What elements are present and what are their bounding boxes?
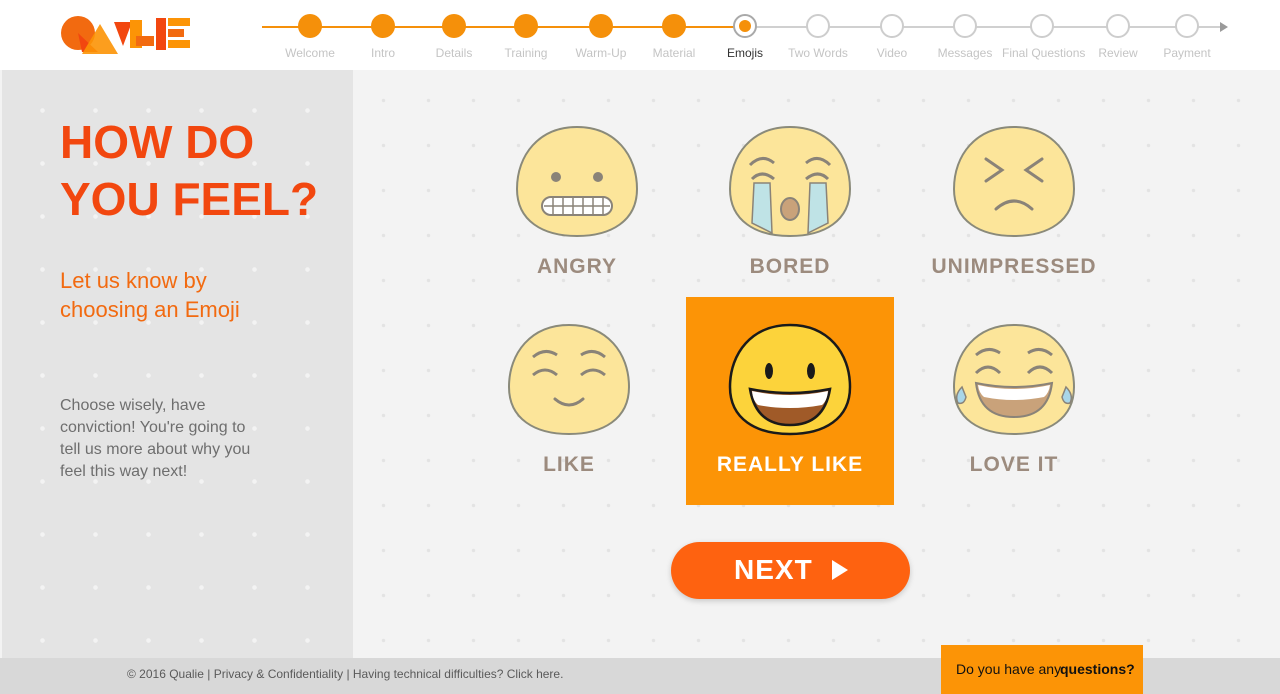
step-label: Welcome	[285, 46, 335, 60]
step-label: Emojis	[726, 46, 763, 60]
next-button-label: NEXT	[734, 554, 813, 585]
emoji-option-like[interactable]: LIKE	[465, 297, 673, 505]
step-label: Training	[504, 46, 548, 60]
header: Welcome Intro Details Training Warm-Up M…	[0, 0, 1280, 70]
step-material[interactable]: Material	[634, 14, 714, 60]
step-two-words[interactable]: Two Words	[778, 14, 858, 60]
step-dot	[806, 14, 830, 38]
step-dot	[514, 14, 538, 38]
step-intro[interactable]: Intro	[343, 14, 423, 60]
step-dot	[1175, 14, 1199, 38]
step-dot	[589, 14, 613, 38]
step-messages[interactable]: Messages	[925, 14, 1005, 60]
step-dot	[662, 14, 686, 38]
step-training[interactable]: Training	[486, 14, 566, 60]
step-dot	[953, 14, 977, 38]
questions-bold: questions?	[1060, 661, 1135, 677]
title-line-2: YOU FEEL?	[60, 173, 319, 225]
content-smile-face-icon	[507, 323, 631, 436]
title-line-1: HOW DO	[60, 116, 255, 168]
squinting-frown-face-icon	[952, 125, 1076, 238]
step-label: Final Questions	[1002, 46, 1086, 60]
step-label: Messages	[937, 46, 993, 60]
step-label: Review	[1098, 46, 1138, 60]
emoji-option-really-like[interactable]: REALLY LIKE	[686, 297, 894, 505]
emoji-label: UNIMPRESSED	[931, 255, 1097, 278]
progress-tracker: Welcome Intro Details Training Warm-Up M…	[262, 10, 1232, 62]
step-dot-current	[733, 14, 757, 38]
grimacing-face-icon	[515, 125, 639, 238]
emoji-option-love-it[interactable]: LOVE IT	[910, 297, 1118, 505]
step-review[interactable]: Review	[1078, 14, 1158, 60]
questions-button[interactable]: Do you have any questions?	[941, 645, 1143, 694]
footer-links: © 2016 Qualie | Privacy & Confidentialit…	[127, 667, 563, 681]
copyright-text: © 2016 Qualie	[127, 667, 204, 681]
questions-prefix: Do you have any	[956, 661, 1062, 677]
step-dot	[1030, 14, 1054, 38]
next-button[interactable]: NEXT	[671, 542, 910, 599]
step-emojis[interactable]: Emojis	[705, 14, 785, 60]
step-dot	[298, 14, 322, 38]
emoji-option-bored[interactable]: BORED	[686, 99, 894, 307]
step-final-questions[interactable]: Final Questions	[1002, 14, 1086, 60]
step-label: Material	[652, 46, 696, 60]
support-link[interactable]: Having technical difficulties? Click her…	[353, 667, 564, 681]
step-dot	[371, 14, 395, 38]
emoji-label: LOVE IT	[969, 453, 1059, 476]
step-warm-up[interactable]: Warm-Up	[561, 14, 641, 60]
step-label: Warm-Up	[575, 46, 627, 60]
tears-of-joy-face-icon	[952, 323, 1076, 436]
qualie-logo[interactable]	[58, 12, 192, 56]
step-welcome[interactable]: Welcome	[270, 14, 350, 60]
step-label: Intro	[370, 46, 395, 60]
step-dot	[880, 14, 904, 38]
intro-panel: HOW DO YOU FEEL? Let us know by choosing…	[2, 70, 353, 658]
page-subtitle: Let us know by choosing an Emoji	[60, 268, 240, 322]
step-label: Two Words	[788, 46, 848, 60]
step-details[interactable]: Details	[414, 14, 494, 60]
step-video[interactable]: Video	[852, 14, 932, 60]
crying-face-icon	[728, 125, 852, 238]
emoji-option-unimpressed[interactable]: UNIMPRESSED	[910, 99, 1118, 307]
step-label: Details	[435, 46, 473, 60]
big-grin-face-icon	[728, 323, 852, 436]
step-label: Video	[876, 46, 908, 60]
step-payment[interactable]: Payment	[1147, 14, 1227, 60]
emoji-selection-area: ANGRY BORED UNIMPRESSED LIKE REALLY LIKE…	[353, 70, 1280, 658]
step-dot	[442, 14, 466, 38]
play-triangle-icon	[832, 560, 848, 580]
step-label: Payment	[1163, 46, 1211, 60]
instructions-text: Choose wisely, have conviction! You're g…	[60, 397, 251, 480]
step-dot	[1106, 14, 1130, 38]
page-title: HOW DO YOU FEEL?	[60, 114, 340, 228]
privacy-link[interactable]: Privacy & Confidentiality	[214, 667, 343, 681]
